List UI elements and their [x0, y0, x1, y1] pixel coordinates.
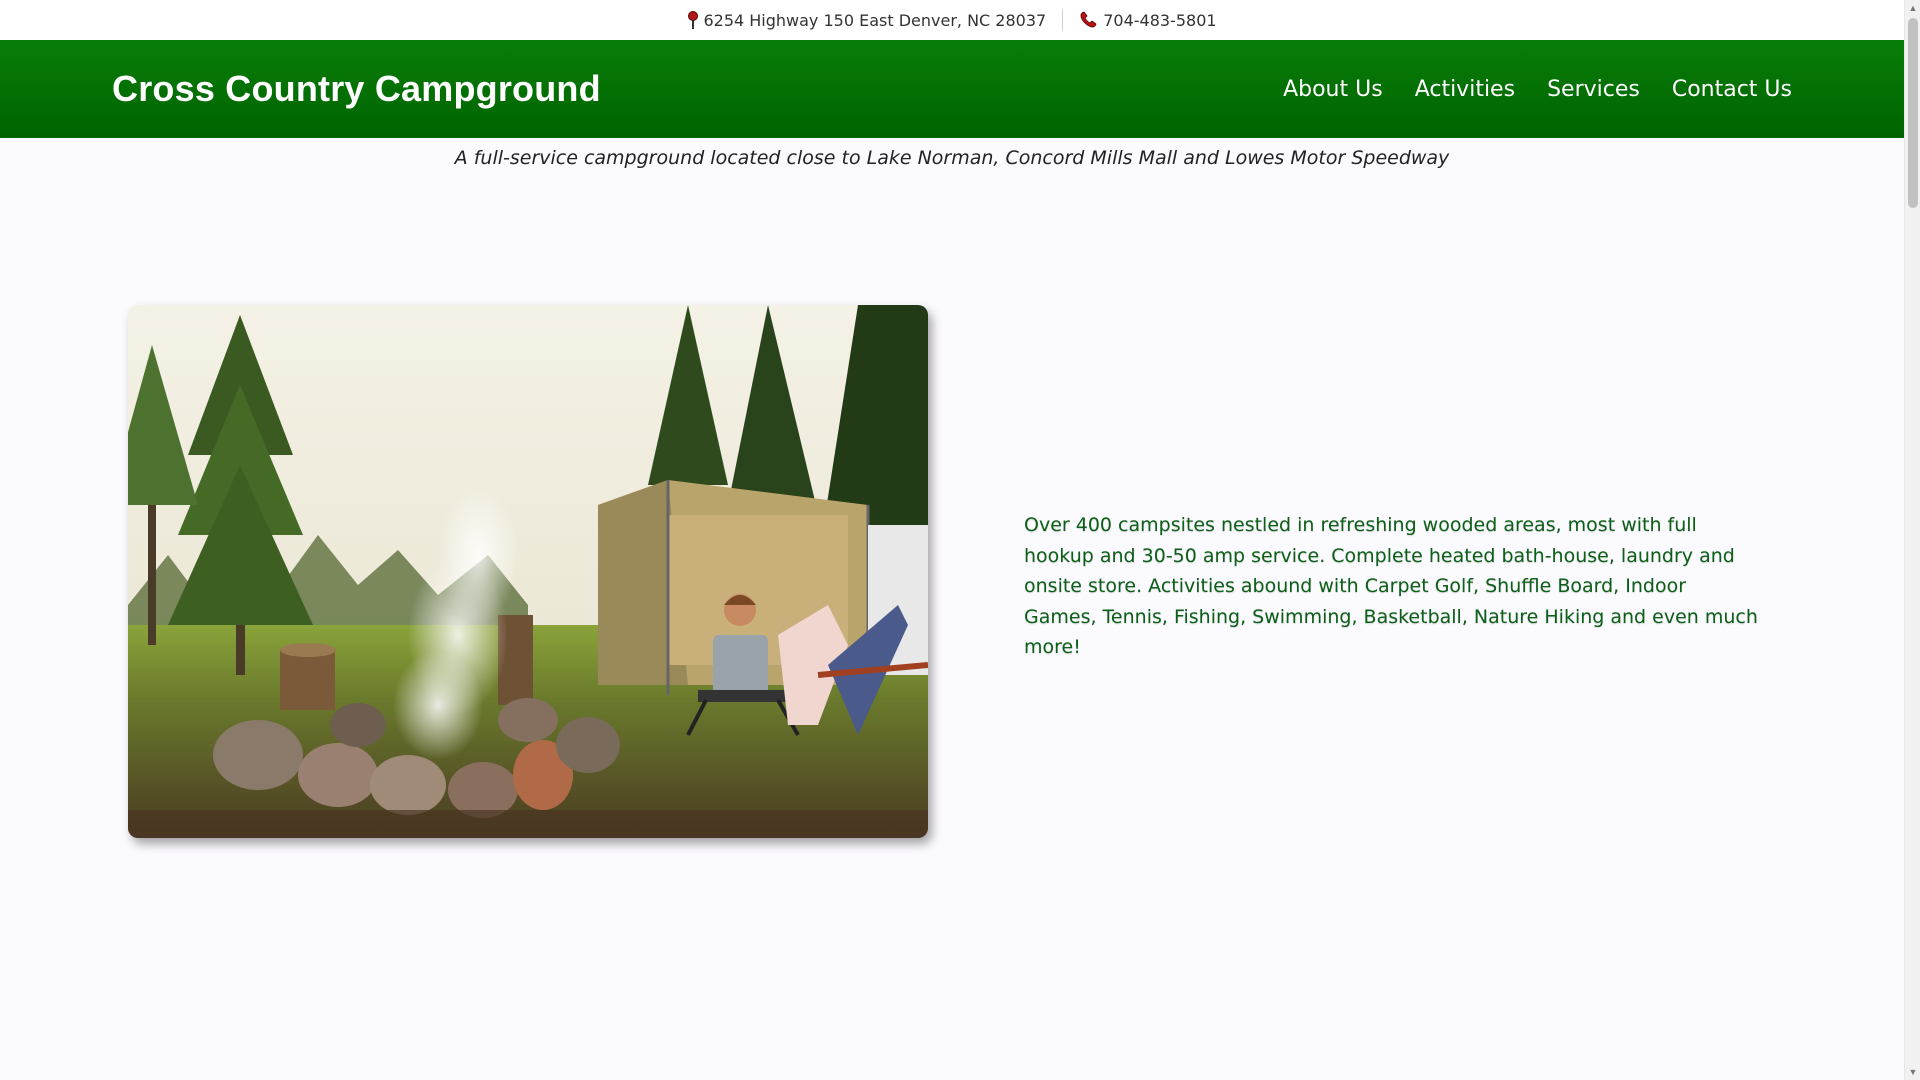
address-item[interactable]: 6254 Highway 150 East Denver, NC 28037 [687, 10, 1046, 30]
address-text: 6254 Highway 150 East Denver, NC 28037 [703, 10, 1047, 30]
main-nav: About Us Activities Services Contact Us [1283, 73, 1792, 106]
phone-text: 704-483-5801 [1103, 10, 1217, 30]
topbar-divider [1062, 9, 1064, 31]
phone-icon [1079, 11, 1099, 29]
campground-description: Over 400 campsites nestled in refreshing… [1024, 514, 1758, 658]
phone-item[interactable]: 704-483-5801 [1079, 10, 1217, 30]
tagline: A full-service campground located close … [454, 147, 1450, 169]
site-title[interactable]: Cross Country Campground [112, 68, 601, 110]
scroll-down-icon[interactable]: ▼ [1905, 1064, 1920, 1080]
campsite-photo [128, 305, 928, 838]
nav-contact-us[interactable]: Contact Us [1672, 73, 1792, 106]
site-header: Cross Country Campground About Us Activi… [0, 40, 1904, 138]
nav-activities[interactable]: Activities [1415, 73, 1515, 106]
page-scrollbar[interactable]: ▲ ▼ [1904, 0, 1920, 1080]
nav-about-us[interactable]: About Us [1283, 73, 1383, 106]
contact-bar: 6254 Highway 150 East Denver, NC 28037 7… [0, 0, 1904, 40]
scroll-thumb[interactable] [1908, 18, 1918, 208]
scroll-up-icon[interactable]: ▲ [1905, 0, 1920, 16]
map-pin-icon [687, 10, 699, 30]
nav-services[interactable]: Services [1547, 73, 1640, 106]
